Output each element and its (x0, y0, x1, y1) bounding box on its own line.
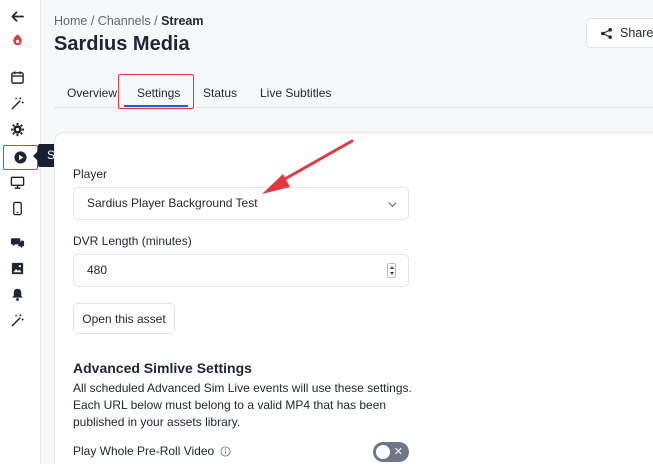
share-button[interactable]: Share (586, 18, 653, 48)
preroll-toggle[interactable]: ✕ (373, 442, 409, 462)
tab-bar: Overview Settings Status Live Subtitles (54, 74, 653, 109)
share-icon (601, 27, 612, 39)
breadcrumb-home[interactable]: Home (54, 14, 87, 28)
player-label: Player (73, 167, 108, 181)
number-stepper-icon[interactable] (387, 263, 396, 278)
logo-icon[interactable] (8, 31, 27, 50)
play-icon (14, 151, 27, 164)
breadcrumb-current: Stream (161, 14, 204, 28)
sidebar (0, 0, 41, 464)
magic-wand-icon[interactable] (8, 94, 27, 113)
chevron-down-icon (388, 202, 397, 208)
info-icon[interactable] (220, 445, 231, 457)
bell-icon[interactable] (8, 285, 27, 304)
image-gallery-icon[interactable] (8, 259, 27, 278)
tab-live-subtitles[interactable]: Live Subtitles (260, 86, 331, 100)
back-arrow-icon[interactable] (8, 7, 27, 26)
breadcrumb-channels[interactable]: Channels (98, 14, 151, 28)
tab-settings[interactable]: Settings (137, 86, 180, 100)
dvr-length-input[interactable]: 480 (73, 254, 409, 287)
chat-icon[interactable] (8, 233, 27, 252)
breadcrumb-separator: / (90, 14, 95, 28)
tab-status[interactable]: Status (203, 86, 237, 100)
magic-wand-icon[interactable] (8, 311, 27, 330)
active-tab-indicator (124, 105, 188, 107)
dvr-length-value: 480 (87, 263, 108, 277)
gear-icon[interactable] (8, 120, 27, 139)
advanced-simlive-title: Advanced Simlive Settings (73, 360, 252, 376)
open-asset-button[interactable]: Open this asset (73, 303, 175, 334)
breadcrumb: Home / Channels / Stream (54, 14, 203, 28)
breadcrumb-separator: / (154, 14, 158, 28)
preroll-setting: Play Whole Pre-Roll Video (73, 444, 231, 458)
preroll-label: Play Whole Pre-Roll Video (73, 444, 215, 458)
share-label: Share (620, 26, 653, 40)
monitor-icon[interactable] (8, 173, 27, 192)
calendar-icon[interactable] (8, 68, 27, 87)
dvr-length-label: DVR Length (minutes) (73, 234, 192, 248)
page-title: Sardius Media (54, 33, 190, 55)
tab-overview[interactable]: Overview (67, 86, 117, 100)
tablet-icon[interactable] (8, 199, 27, 218)
player-select-value: Sardius Player Background Test (87, 196, 258, 210)
player-select[interactable]: Sardius Player Background Test (73, 187, 409, 220)
toggle-knob (376, 445, 390, 459)
advanced-simlive-description: All scheduled Advanced Sim Live events w… (73, 381, 412, 429)
toggle-off-icon: ✕ (393, 446, 403, 458)
